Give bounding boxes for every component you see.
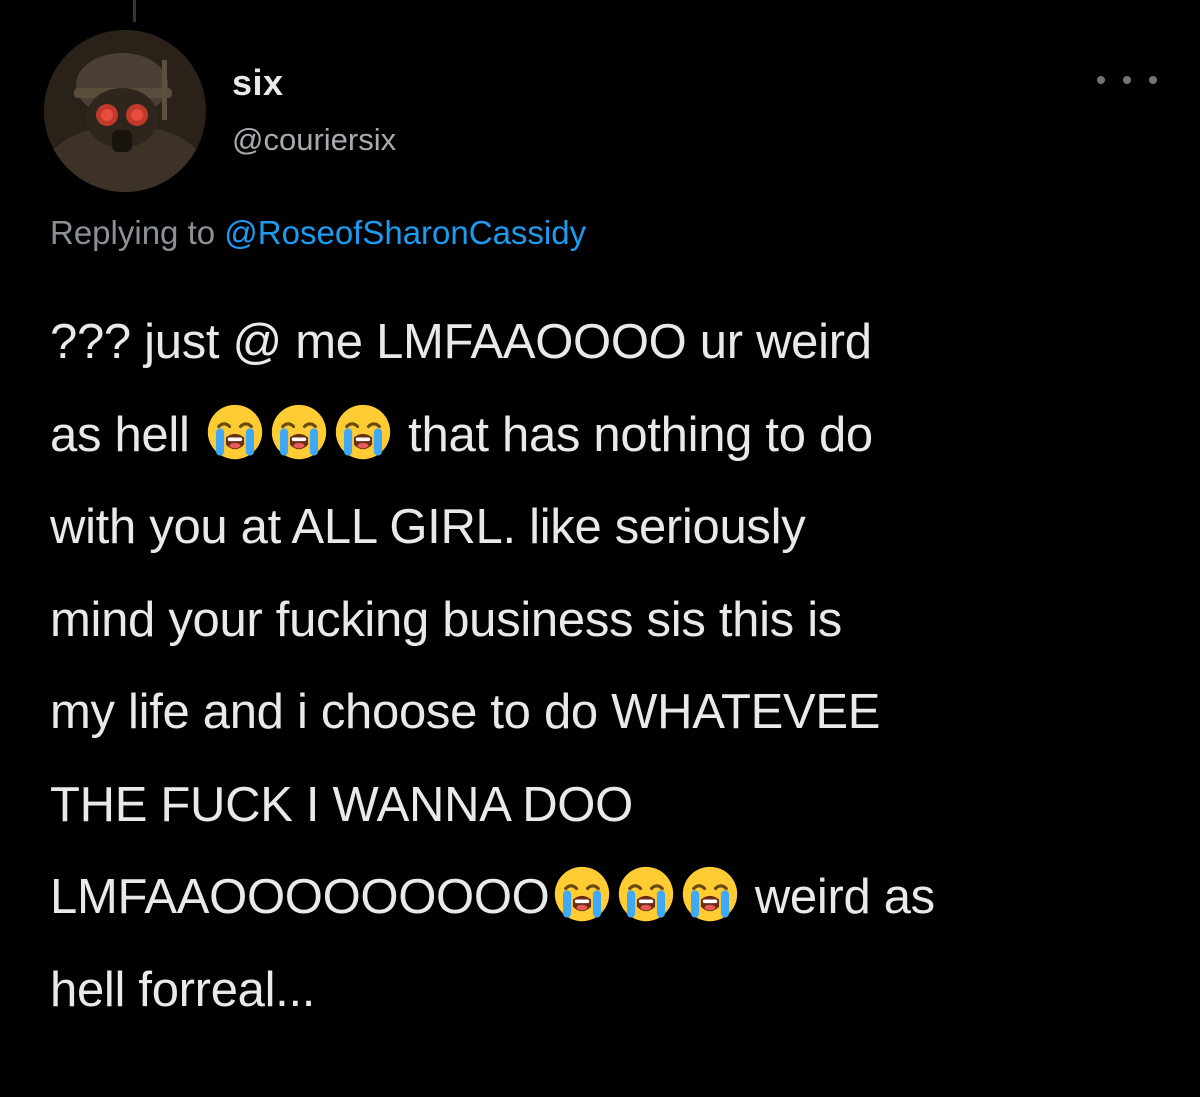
tweet-text-segment: with you at ALL GIRL. like seriously <box>50 500 806 554</box>
loudly-crying-face-icon <box>334 403 392 461</box>
tweet-text-segment: that has nothing to do <box>394 407 873 462</box>
tweet-text-segment: THE FUCK I WANNA DOO <box>50 777 633 832</box>
more-dot <box>1123 76 1131 84</box>
tweet-text-segment: my life and i choose to do WHATEVEE <box>50 685 881 739</box>
tweet-text-line: ??? just @ me LMFAAOOOO ur weird <box>50 296 1170 389</box>
tweet-text-line: as hell that has nothing to do <box>50 389 1170 482</box>
replying-to-label: Replying to <box>50 214 216 251</box>
tweet-text-segment: as hell <box>50 407 203 462</box>
reply-mention-link[interactable]: @RoseofSharonCassidy <box>224 214 586 251</box>
user-handle[interactable]: @couriersix <box>232 122 396 158</box>
more-options-icon[interactable] <box>1097 70 1157 90</box>
loudly-crying-face-icon <box>270 403 328 461</box>
tweet-text-line: LMFAAOOOOOOOOO weird as <box>50 851 1170 944</box>
display-name[interactable]: six <box>232 62 284 104</box>
tweet-text-line: hell forreal... <box>50 944 1170 1037</box>
replying-to-line: Replying to @RoseofSharonCassidy <box>50 214 586 252</box>
tweet-text-line: mind your fucking business sis this is <box>50 574 1170 667</box>
tweet-text-segment: weird as <box>741 870 935 924</box>
more-dot <box>1149 76 1157 84</box>
more-dot <box>1097 76 1105 84</box>
tweet-text-segment: mind your fucking business sis this is <box>50 592 842 647</box>
loudly-crying-face-icon <box>681 865 739 923</box>
avatar-image <box>44 30 206 192</box>
tweet-text: ??? just @ me LMFAAOOOO ur weird as hell <box>50 296 1170 1036</box>
tweet-text-segment: ??? just @ me LMFAAOOOO ur weird <box>50 315 872 369</box>
loudly-crying-face-icon <box>553 865 611 923</box>
loudly-crying-face-icon <box>617 865 675 923</box>
tweet-text-line: THE FUCK I WANNA DOO <box>50 759 1170 852</box>
avatar[interactable] <box>44 30 206 192</box>
tweet-text-line: my life and i choose to do WHATEVEE <box>50 666 1170 759</box>
tweet-text-segment: LMFAAOOOOOOOOO <box>50 870 550 924</box>
tweet-text-line: with you at ALL GIRL. like seriously <box>50 481 1170 574</box>
tweet-text-segment: hell forreal... <box>50 962 316 1017</box>
thread-connector-line <box>133 0 136 22</box>
loudly-crying-face-icon <box>206 403 264 461</box>
